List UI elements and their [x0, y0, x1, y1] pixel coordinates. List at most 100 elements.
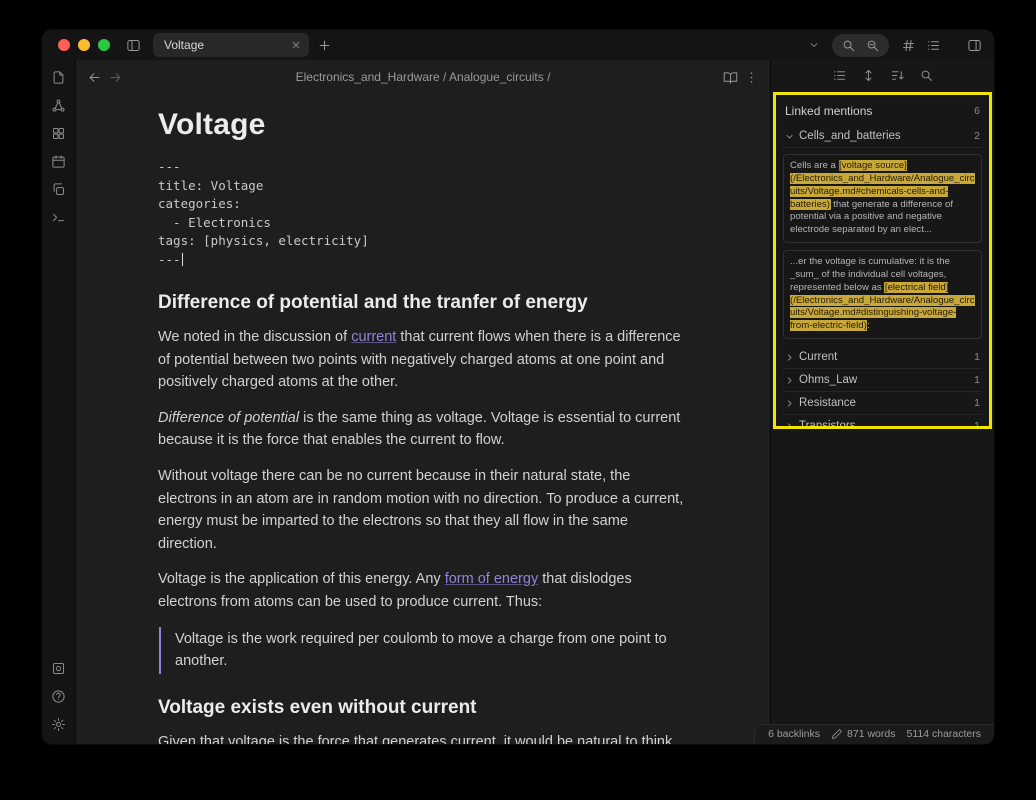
annotation-highlight-box: Linked mentions 6 Cells_and_batteries2Ce… — [773, 92, 992, 429]
result-text: Cells are a — [790, 160, 839, 171]
templates-icon[interactable] — [49, 180, 68, 199]
backlink-group-label: Transistors — [799, 420, 969, 429]
paragraph: We noted in the discussion of current th… — [158, 326, 688, 394]
chevron-right-icon — [785, 399, 794, 408]
change-sort-order-icon[interactable] — [859, 66, 878, 85]
obsidian-window: Voltage — [42, 30, 994, 744]
search-replace-icon[interactable] — [863, 36, 882, 55]
text-run: We noted in the discussion of — [158, 329, 351, 345]
tab-list-chevron-icon[interactable] — [806, 37, 822, 53]
graph-view-icon[interactable] — [49, 96, 68, 115]
forward-arrow-icon[interactable] — [106, 68, 125, 87]
search-filter-icon[interactable] — [917, 66, 936, 85]
backlink-group-label: Resistance — [799, 397, 969, 409]
internal-link[interactable]: current — [351, 329, 396, 345]
backlink-group-label: Current — [799, 351, 969, 363]
backlink-group-count: 2 — [974, 130, 980, 142]
backlink-result[interactable]: ...er the voltage is cumulative: it is t… — [783, 250, 982, 339]
show-more-context-icon[interactable] — [888, 66, 907, 85]
backlink-group: Resistance 1 — [783, 392, 982, 415]
tab-voltage[interactable]: Voltage — [153, 33, 309, 57]
paragraph: Given that voltage is the force that gen… — [158, 731, 688, 744]
reading-view-icon[interactable] — [721, 68, 740, 87]
backlink-group-count: 1 — [974, 351, 980, 363]
backlink-group-resistance[interactable]: Resistance 1 — [783, 392, 982, 415]
blockquote-text: Voltage is the work required per coulomb… — [175, 628, 688, 673]
editor-content[interactable]: Voltage ---title: Voltagecategories: - E… — [76, 94, 770, 744]
pencil-icon — [831, 728, 843, 740]
vault-switcher-icon[interactable] — [49, 659, 68, 678]
zoom-window-button[interactable] — [98, 39, 110, 51]
files-icon[interactable] — [49, 68, 68, 87]
help-icon[interactable] — [49, 687, 68, 706]
chevron-right-icon — [785, 376, 794, 385]
command-palette-icon[interactable] — [49, 208, 68, 227]
main-area: Electronics_and_Hardware / Analogue_circ… — [42, 60, 994, 744]
frontmatter-line: title: Voltage — [158, 177, 688, 196]
desktop-background: Voltage — [0, 0, 1036, 800]
backlink-count-status[interactable]: 6 backlinks — [768, 728, 820, 740]
internal-link[interactable]: form of energy — [445, 571, 539, 587]
backlink-group-transistors[interactable]: Transistors1 — [783, 415, 982, 429]
backlink-result[interactable]: Cells are a [voltage source](/Electronic… — [783, 154, 982, 243]
frontmatter-line: - Electronics — [158, 214, 688, 233]
emphasis-text: Difference of potential — [158, 410, 299, 426]
backlink-group-cells_and_batteries[interactable]: Cells_and_batteries 2 — [783, 125, 982, 148]
paragraph: Without voltage there can be no current … — [158, 465, 688, 555]
left-sidebar-toggle-icon[interactable] — [124, 36, 143, 55]
editor-pane: Electronics_and_Hardware / Analogue_circ… — [76, 60, 770, 744]
tab-close-icon[interactable] — [288, 37, 304, 53]
character-count-status[interactable]: 5114 characters — [906, 728, 981, 740]
toolbar-pill — [832, 34, 889, 57]
chevron-right-icon — [785, 422, 794, 429]
titlebar: Voltage — [42, 30, 994, 60]
paragraph: Voltage is the application of this energ… — [158, 568, 688, 613]
minimize-window-button[interactable] — [78, 39, 90, 51]
section-heading: Voltage exists even without current — [158, 697, 688, 719]
status-bar: 6 backlinks 871 words 5114 characters — [754, 724, 994, 744]
canvas-icon[interactable] — [49, 124, 68, 143]
collapse-results-icon[interactable] — [830, 66, 849, 85]
new-tab-icon[interactable] — [315, 36, 334, 55]
backlink-group-current[interactable]: Current 1 — [783, 346, 982, 369]
text-run: Without voltage there can be no current … — [158, 468, 683, 552]
breadcrumb[interactable]: Electronics_and_Hardware / Analogue_circ… — [127, 70, 719, 84]
backlink-group: Ohms_Law 1 — [783, 369, 982, 392]
note-title: Voltage — [158, 108, 688, 142]
linked-mentions-count: 6 — [974, 105, 980, 117]
close-window-button[interactable] — [58, 39, 70, 51]
word-count-status[interactable]: 871 words — [831, 728, 895, 740]
backlink-group: Cells_and_batteries 2 Cells are a [voltage… — [783, 125, 982, 339]
left-ribbon — [42, 60, 76, 744]
backlink-groups: Cells_and_batteries 2 Cells are a [voltage… — [783, 125, 982, 429]
more-options-icon[interactable] — [742, 68, 761, 87]
result-text: : — [867, 320, 870, 331]
right-sidebar-toggle-icon[interactable] — [965, 36, 984, 55]
right-sidebar: Linked mentions 6 Cells_and_batteries2Ce… — [770, 60, 994, 744]
frontmatter[interactable]: ---title: Voltagecategories: - Electroni… — [158, 158, 688, 269]
text-cursor — [182, 253, 184, 266]
note: Voltage ---title: Voltagecategories: - E… — [158, 108, 688, 744]
backlink-group-label: Ohms_Law — [799, 374, 969, 386]
frontmatter-line: --- — [158, 158, 688, 177]
tags-icon[interactable] — [899, 36, 918, 55]
outline-list-icon[interactable] — [924, 36, 943, 55]
backlink-group-ohms_law[interactable]: Ohms_Law 1 — [783, 369, 982, 392]
linked-mentions-label: Linked mentions — [785, 104, 872, 118]
backlink-group: Current 1 — [783, 346, 982, 369]
section-heading: Difference of potential and the tranfer … — [158, 292, 688, 314]
word-count-label: 871 words — [847, 728, 895, 740]
frontmatter-line: --- — [158, 251, 688, 270]
backlink-group-label: Cells_and_batteries — [799, 130, 969, 142]
backlink-group-count: 1 — [974, 397, 980, 409]
linked-mentions-header[interactable]: Linked mentions 6 — [783, 101, 982, 125]
back-arrow-icon[interactable] — [85, 68, 104, 87]
search-icon[interactable] — [839, 36, 858, 55]
view-header: Electronics_and_Hardware / Analogue_circ… — [76, 60, 770, 94]
paragraph: Difference of potential is the same thin… — [158, 407, 688, 452]
chevron-right-icon — [785, 353, 794, 362]
backlink-group: Transistors1 — [783, 415, 982, 429]
daily-notes-icon[interactable] — [49, 152, 68, 171]
settings-icon[interactable] — [49, 715, 68, 734]
backlink-group-count: 1 — [974, 374, 980, 386]
